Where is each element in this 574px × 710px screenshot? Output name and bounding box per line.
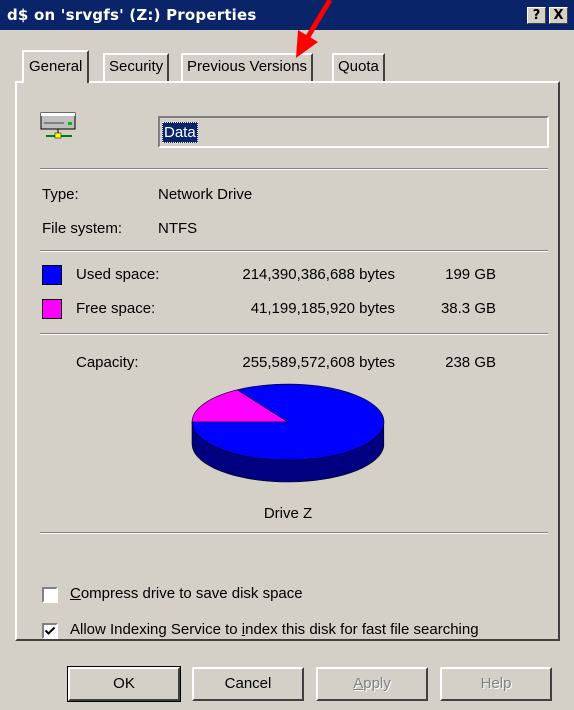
window-title: d$ on 'srvgfs' (Z:) Properties (7, 6, 257, 24)
checkmark-icon (44, 626, 56, 635)
free-space-label: Free space: (76, 300, 156, 317)
drive-label-input[interactable]: Data (158, 116, 549, 148)
capacity-size: 238 GB (445, 354, 496, 371)
close-button[interactable]: X (549, 7, 568, 24)
separator (40, 168, 548, 170)
network-drive-icon (40, 112, 76, 139)
used-space-bytes: 214,390,386,688 bytes (242, 266, 395, 283)
annotation-arrow-icon (296, 0, 333, 58)
properties-window: d$ on 'srvgfs' (Z:) Properties ? X Gener… (0, 0, 574, 710)
disk-usage-pie-chart (191, 383, 385, 483)
separator (40, 333, 548, 335)
free-space-size: 38.3 GB (440, 300, 496, 317)
indexing-label[interactable]: Allow Indexing Service to index this dis… (70, 621, 479, 638)
tab-general[interactable]: General (22, 50, 90, 83)
indexing-text: ndex this disk for fast file searching (245, 621, 479, 638)
file-system-value: NTFS (158, 220, 198, 237)
title-bar[interactable]: d$ on 'srvgfs' (Z:) Properties ? X (0, 0, 574, 30)
tab-security-label: Security (109, 58, 164, 75)
file-system-label: File system: (42, 220, 123, 237)
tab-quota-label: Quota (338, 58, 379, 75)
compress-drive-checkbox[interactable] (42, 587, 58, 603)
compress-text: ompress drive to save disk space (80, 585, 303, 602)
used-space-swatch (42, 265, 62, 285)
separator (40, 532, 548, 534)
indexing-checkbox[interactable] (42, 623, 58, 639)
free-space-bytes: 41,199,185,920 bytes (250, 300, 395, 317)
free-space-swatch (42, 299, 62, 319)
compress-accelerator: C (70, 585, 81, 602)
tab-security[interactable]: Security (103, 53, 170, 81)
cancel-button[interactable]: Cancel (192, 667, 304, 701)
help-bottom-button[interactable]: Help (440, 667, 552, 701)
ok-button[interactable]: OK (67, 666, 181, 702)
capacity-label: Capacity: (76, 354, 139, 371)
apply-button[interactable]: Apply (316, 667, 428, 701)
type-value: Network Drive (158, 186, 253, 203)
help-button[interactable]: ? (527, 7, 546, 24)
drive-label-value[interactable]: Data (162, 122, 198, 143)
drive-name-label: Drive Z (263, 505, 313, 522)
indexing-prefix: Allow Indexing Service to (70, 621, 242, 638)
apply-label: pply (363, 675, 391, 692)
tab-general-label: General (29, 58, 83, 75)
capacity-bytes: 255,589,572,608 bytes (242, 354, 395, 371)
apply-accelerator: A (353, 675, 364, 692)
type-label: Type: (42, 186, 79, 203)
used-space-size: 199 GB (445, 266, 496, 283)
separator (40, 250, 548, 252)
compress-drive-label[interactable]: Compress drive to save disk space (70, 585, 303, 602)
used-space-label: Used space: (76, 266, 160, 283)
